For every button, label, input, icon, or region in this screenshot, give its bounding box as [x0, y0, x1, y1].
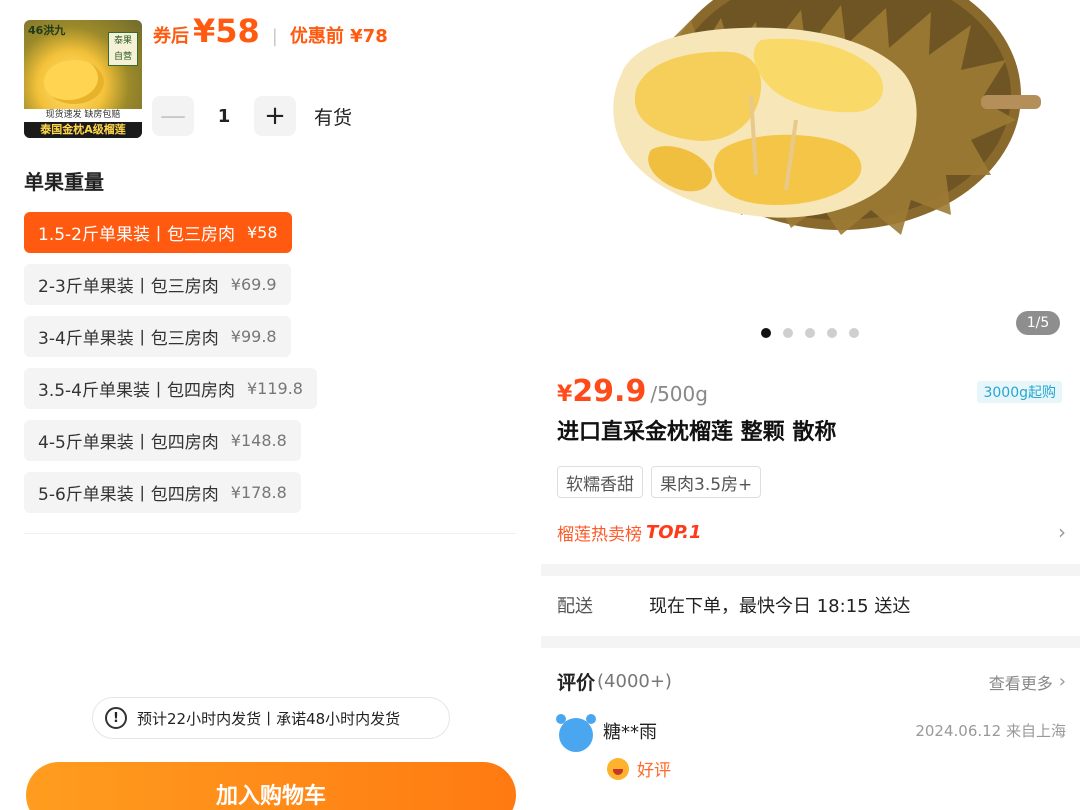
product-image-carousel[interactable]: 1/5 [541, 0, 1080, 355]
product-tag: 软糯香甜 [557, 466, 643, 498]
carousel-dot[interactable] [783, 328, 793, 338]
rating-text: 好评 [637, 761, 671, 781]
view-more-reviews-link[interactable]: 查看更多 [989, 670, 1053, 694]
increase-quantity-button[interactable]: + [254, 96, 296, 136]
option-price: ¥148.8 [230, 431, 287, 450]
min-order-badge: 3000g起购 [977, 381, 1062, 403]
option-label: 3-4斤单果装丨包三房肉 [38, 329, 219, 349]
coupon-price-value: ¥58 [193, 12, 260, 50]
section-divider [541, 564, 1080, 576]
info-icon: ! [105, 707, 127, 729]
weight-option[interactable]: 2-3斤单果装丨包三房肉 ¥69.9 [24, 264, 291, 305]
review-item: 糖**雨 2024.06.12 来自上海 好评 [556, 714, 1066, 804]
thumbnail-title: 泰国金枕A级榴莲 [24, 122, 142, 138]
sku-selector-panel: 46洪九 泰果 自营 现货速发 缺房包赔 泰国金枕A级榴莲 券后 ¥58 | 优… [0, 0, 540, 810]
chevron-right-icon: › [1058, 520, 1066, 544]
durian-image [613, 0, 1041, 235]
ranking-position: TOP.1 [646, 521, 702, 543]
option-label: 2-3斤单果装丨包三房肉 [38, 277, 219, 297]
smile-icon [607, 757, 629, 780]
reviewer-name: 糖**雨 [603, 722, 657, 743]
reviews-count: (4000+) [597, 671, 672, 692]
carousel-dot[interactable] [761, 328, 771, 338]
weight-options: 1.5-2斤单果装丨包三房肉 ¥58 2-3斤单果装丨包三房肉 ¥69.9 3-… [24, 212, 317, 524]
option-label: 4-5斤单果装丨包四房肉 [38, 433, 219, 453]
option-label: 3.5-4斤单果装丨包四房肉 [38, 381, 235, 401]
price-currency: ¥ [557, 382, 573, 407]
shipping-notice: ! 预计22小时内发货丨承诺48小时内发货 [92, 697, 450, 739]
durian-stem [981, 95, 1041, 109]
delivery-label: 配送 [557, 596, 593, 617]
shipping-notice-text: 预计22小时内发货丨承诺48小时内发货 [137, 709, 401, 728]
product-tags: 软糯香甜 果肉3.5房+ [557, 466, 769, 498]
ranking-text: 榴莲热卖榜 [557, 524, 642, 545]
unit-price: ¥ 29.9 /500g [557, 374, 708, 409]
durian-flesh-graphic [44, 60, 104, 104]
price-value: 29.9 [572, 374, 647, 409]
product-thumbnail: 46洪九 泰果 自营 现货速发 缺房包赔 泰国金枕A级榴莲 [24, 20, 142, 138]
coupon-price-label: 券后 [153, 26, 189, 47]
stock-status: 有货 [314, 106, 353, 129]
divider [24, 533, 516, 534]
thumbnail-caption: 现货速发 缺房包赔 [24, 109, 142, 122]
delivery-info: 配送 现在下单，最快今日 18:15 送达 [557, 592, 910, 618]
weight-option[interactable]: 1.5-2斤单果装丨包三房肉 ¥58 [24, 212, 292, 253]
weight-option[interactable]: 3.5-4斤单果装丨包四房肉 ¥119.8 [24, 368, 317, 409]
weight-option[interactable]: 3-4斤单果装丨包三房肉 ¥99.8 [24, 316, 291, 357]
carousel-dots [761, 328, 871, 338]
chevron-right-icon: › [1058, 671, 1066, 692]
weight-option[interactable]: 4-5斤单果装丨包四房肉 ¥148.8 [24, 420, 301, 461]
weight-option[interactable]: 5-6斤单果装丨包四房肉 ¥178.8 [24, 472, 301, 513]
avatar [556, 714, 596, 752]
product-title: 进口直采金枕榴莲 整颗 散称 [557, 420, 837, 445]
weight-section-title: 单果重量 [24, 170, 104, 194]
carousel-dot[interactable] [805, 328, 815, 338]
durian-flesh [613, 27, 917, 218]
option-price: ¥58 [247, 223, 278, 242]
price-separator: | [271, 26, 278, 47]
image-counter: 1/5 [1016, 311, 1060, 335]
reviews-header: 评价 (4000+) 查看更多 › [557, 668, 1066, 695]
option-label: 5-6斤单果装丨包四房肉 [38, 485, 219, 505]
reviews-title: 评价 [557, 672, 596, 694]
ranking-link[interactable]: 榴莲热卖榜 TOP.1 › [557, 519, 1066, 545]
delivery-value: 现在下单，最快今日 18:15 送达 [649, 596, 911, 617]
carousel-dot[interactable] [827, 328, 837, 338]
price-unit: /500g [650, 382, 708, 406]
product-detail-panel: 1/5 ¥ 29.9 /500g 3000g起购 进口直采金枕榴莲 整颗 散称 … [541, 0, 1080, 810]
review-meta: 2024.06.12 来自上海 [915, 722, 1066, 740]
option-price: ¥69.9 [230, 275, 277, 294]
quantity-stepper: — 1 + 有货 [152, 96, 352, 136]
option-price: ¥99.8 [230, 327, 277, 346]
review-rating: 好评 [607, 756, 671, 781]
carousel-dot[interactable] [849, 328, 859, 338]
thumbnail-brand: 46洪九 [28, 24, 66, 37]
decrease-quantity-button[interactable]: — [152, 96, 194, 136]
option-label: 1.5-2斤单果装丨包三房肉 [38, 225, 235, 245]
option-price: ¥178.8 [230, 483, 287, 502]
option-price: ¥119.8 [247, 379, 303, 398]
add-to-cart-button[interactable]: 加入购物车 [26, 762, 516, 810]
quantity-value[interactable]: 1 [194, 106, 254, 127]
price-summary: 券后 ¥58 | 优惠前 ¥78 [153, 12, 388, 56]
original-price: 优惠前 ¥78 [289, 26, 388, 47]
section-divider [541, 636, 1080, 648]
product-tag: 果肉3.5房+ [651, 466, 762, 498]
thumbnail-sticker: 泰果 自营 [108, 32, 138, 66]
